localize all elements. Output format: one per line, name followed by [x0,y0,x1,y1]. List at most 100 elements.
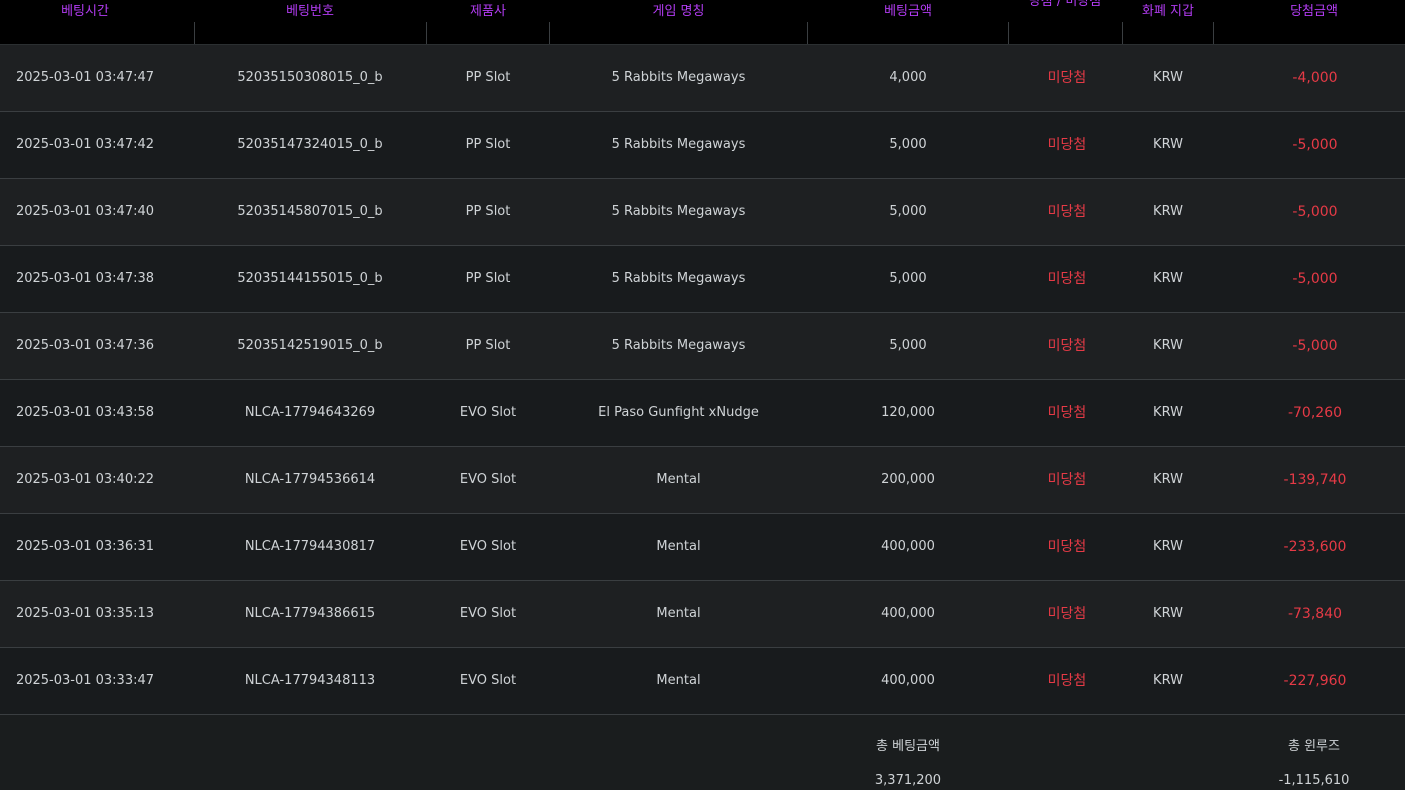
cell-win-lose: 미당첨 [1047,539,1087,555]
total-winloss-label: 총 윈루즈 [1288,739,1340,754]
cell-currency: KRW [1153,338,1183,353]
cell-currency: KRW [1153,539,1183,554]
cell-bet-time: 2025-03-01 03:47:36 [15,338,155,353]
cell-bet-time: 2025-03-01 03:33:47 [15,673,155,688]
header-divider [1213,22,1214,44]
cell-bet-time: 2025-03-01 03:47:47 [15,70,155,85]
cell-win-lose: 미당첨 [1047,70,1087,86]
cell-bet-amount: 4,000 [889,70,927,85]
cell-provider: EVO Slot [459,673,517,688]
cell-bet-amount: 5,000 [889,271,927,286]
cell-win-amount: -4,000 [1292,70,1338,86]
header-game-name: 게임 명칭 [652,4,705,19]
cell-win-lose: 미당첨 [1047,405,1087,421]
total-winloss-value: -1,115,610 [1278,773,1350,788]
cell-bet-time: 2025-03-01 03:36:31 [15,539,155,554]
cell-bet-time: 2025-03-01 03:47:40 [15,204,155,219]
cell-game-name: Mental [656,539,701,554]
cell-bet-number: NLCA-17794348113 [244,673,376,688]
header-win-lose: 당첨 / 미당첨 [1028,0,1102,9]
cell-bet-amount: 200,000 [881,472,935,487]
cell-win-lose: 미당첨 [1047,271,1087,287]
cell-win-lose: 미당첨 [1047,204,1087,220]
cell-bet-time: 2025-03-01 03:47:38 [15,271,155,286]
cell-game-name: 5 Rabbits Megaways [611,70,746,85]
cell-win-amount: -233,600 [1283,539,1347,555]
cell-win-amount: -227,960 [1283,673,1347,689]
header-divider [1122,22,1123,44]
bet-history-table: 베팅시간 베팅번호 제품사 게임 명칭 베팅금액 당첨 / 미당첨 화폐 지갑 … [0,0,1405,790]
cell-bet-number: 52035142519015_0_b [237,338,383,353]
cell-win-lose: 미당첨 [1047,338,1087,354]
header-currency-wallet: 화폐 지갑 [1142,4,1194,19]
table-footer: 총 베팅금액 3,371,200 총 윈루즈 -1,115,610 [0,715,1405,790]
cell-bet-amount: 5,000 [889,137,927,152]
cell-game-name: Mental [656,606,701,621]
cell-currency: KRW [1153,137,1183,152]
table-row: 2025-03-01 03:47:36 52035142519015_0_b PP … [0,313,1405,380]
table-row: 2025-03-01 03:40:22 NLCA-17794536614 EVO S… [0,447,1405,514]
cell-win-amount: -5,000 [1292,204,1338,220]
cell-game-name: 5 Rabbits Megaways [611,338,746,353]
cell-game-name: 5 Rabbits Megaways [611,204,746,219]
cell-win-lose: 미당첨 [1047,606,1087,622]
table-row: 2025-03-01 03:47:38 52035144155015_0_b PP … [0,246,1405,313]
cell-win-amount: -139,740 [1283,472,1347,488]
cell-currency: KRW [1153,271,1183,286]
cell-currency: KRW [1153,405,1183,420]
header-divider [549,22,550,44]
cell-bet-number: NLCA-17794536614 [244,472,376,487]
cell-bet-amount: 120,000 [881,405,935,420]
cell-bet-number: 52035145807015_0_b [237,204,383,219]
cell-win-amount: -5,000 [1292,137,1338,153]
cell-win-amount: -73,840 [1287,606,1343,622]
cell-provider: PP Slot [465,137,511,152]
cell-provider: PP Slot [465,204,511,219]
cell-game-name: El Paso Gunfight xNudge [598,405,759,420]
cell-currency: KRW [1153,472,1183,487]
cell-currency: KRW [1153,70,1183,85]
cell-win-lose: 미당첨 [1047,472,1087,488]
cell-bet-time: 2025-03-01 03:40:22 [15,472,155,487]
cell-win-amount: -5,000 [1292,271,1338,287]
cell-bet-time: 2025-03-01 03:47:42 [15,137,155,152]
cell-bet-number: 52035144155015_0_b [237,271,383,286]
cell-bet-time: 2025-03-01 03:43:58 [15,405,155,420]
cell-provider: EVO Slot [459,472,517,487]
cell-bet-number: NLCA-17794430817 [244,539,376,554]
header-provider: 제품사 [470,4,506,19]
cell-bet-number: NLCA-17794643269 [244,405,376,420]
cell-bet-amount: 400,000 [881,673,935,688]
cell-bet-number: NLCA-17794386615 [244,606,376,621]
header-win-amount: 당첨금액 [1290,4,1338,19]
cell-bet-number: 52035150308015_0_b [237,70,383,85]
header-bet-time: 베팅시간 [61,4,109,19]
table-row: 2025-03-01 03:36:31 NLCA-17794430817 EVO S… [0,514,1405,581]
cell-provider: EVO Slot [459,405,517,420]
header-divider [1008,22,1009,44]
cell-provider: PP Slot [465,338,511,353]
table-row: 2025-03-01 03:47:42 52035147324015_0_b PP … [0,112,1405,179]
header-bet-number: 베팅번호 [286,4,334,19]
cell-currency: KRW [1153,673,1183,688]
total-bet-label: 총 베팅금액 [876,739,940,754]
table-row: 2025-03-01 03:33:47 NLCA-17794348113 EVO S… [0,648,1405,715]
cell-bet-amount: 5,000 [889,204,927,219]
table-row: 2025-03-01 03:43:58 NLCA-17794643269 EVO S… [0,380,1405,447]
cell-provider: EVO Slot [459,606,517,621]
header-divider [807,22,808,44]
cell-game-name: 5 Rabbits Megaways [611,271,746,286]
cell-win-amount: -5,000 [1292,338,1338,354]
table-row: 2025-03-01 03:47:47 52035150308015_0_b PP … [0,45,1405,112]
header-divider [194,22,195,44]
cell-game-name: 5 Rabbits Megaways [611,137,746,152]
cell-bet-amount: 5,000 [889,338,927,353]
total-bet-value: 3,371,200 [874,773,942,788]
cell-win-amount: -70,260 [1287,405,1343,421]
cell-provider: EVO Slot [459,539,517,554]
cell-currency: KRW [1153,204,1183,219]
cell-provider: PP Slot [465,70,511,85]
table-row: 2025-03-01 03:35:13 NLCA-17794386615 EVO S… [0,581,1405,648]
cell-game-name: Mental [656,673,701,688]
header-bet-amount: 베팅금액 [884,4,932,19]
